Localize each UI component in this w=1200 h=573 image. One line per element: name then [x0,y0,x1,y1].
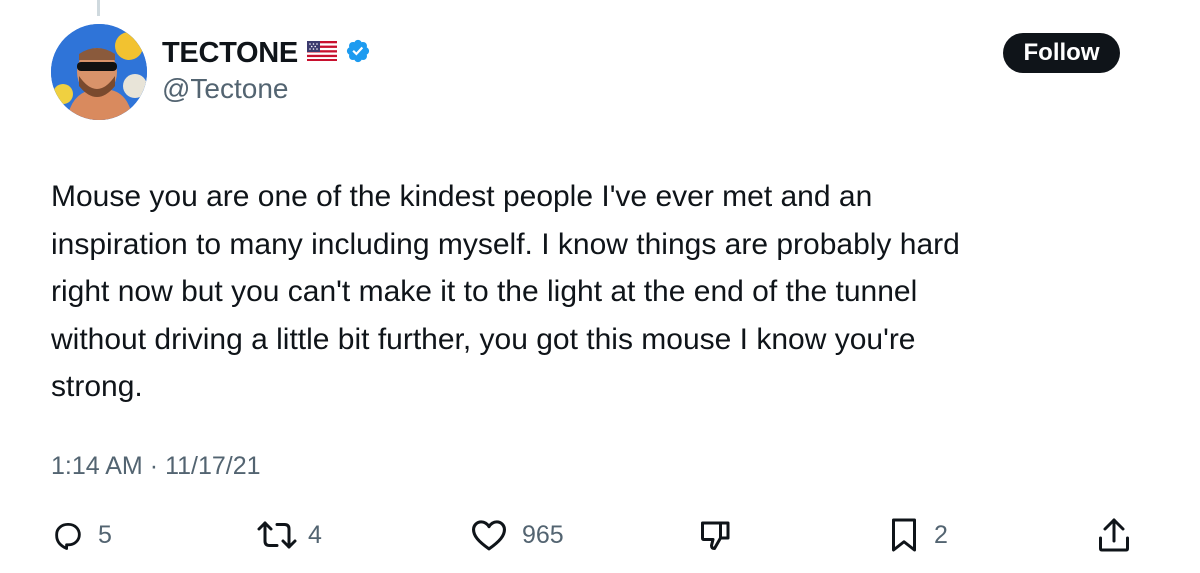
share-icon [1097,517,1131,553]
author-name-row: TECTONE [162,36,371,70]
reply-icon [51,518,85,552]
meta-separator: · [149,452,159,480]
tweet-text-line: right now but you can't make it to the l… [51,275,918,308]
follow-button[interactable]: Follow [1003,33,1120,73]
share-button[interactable] [1097,516,1131,554]
bookmark-icon [888,517,920,553]
avatar[interactable] [51,24,147,120]
retweet-icon [256,518,298,552]
us-flag-icon [306,40,337,66]
verified-badge-icon[interactable] [345,38,371,69]
like-count: 965 [522,520,564,549]
reply-count: 5 [98,520,112,549]
thumbs-down-icon [698,517,734,553]
tweet-timestamp[interactable]: 1:14 AM · 11/17/21 [51,452,261,481]
retweet-button[interactable]: 4 [256,516,322,554]
like-button[interactable]: 965 [470,516,564,554]
tweet-text-line: without driving a little bit further, yo… [51,322,916,356]
retweet-count: 4 [308,520,322,549]
tweet-time: 1:14 AM [51,452,143,480]
thread-connector-line [97,0,100,16]
tweet-date: 11/17/21 [165,452,261,480]
bookmark-count: 2 [934,520,948,549]
bookmark-button[interactable]: 2 [888,516,948,554]
tweet-text-line: inspiration to many including myself. I … [51,227,960,261]
reply-button[interactable]: 5 [51,516,112,554]
author-handle[interactable]: @Tectone [162,73,289,105]
dislike-button[interactable] [698,516,734,554]
heart-icon [470,518,508,552]
tweet-text: Mouse you are one of the kindest people … [51,173,1151,411]
author-display-name[interactable]: TECTONE [162,37,298,70]
tweet-text-line: Mouse you are one of the kindest people … [51,180,873,213]
tweet-card: TECTONE @Tectone Follow Mouse you are on… [0,0,1200,573]
tweet-text-line: strong. [51,370,143,403]
